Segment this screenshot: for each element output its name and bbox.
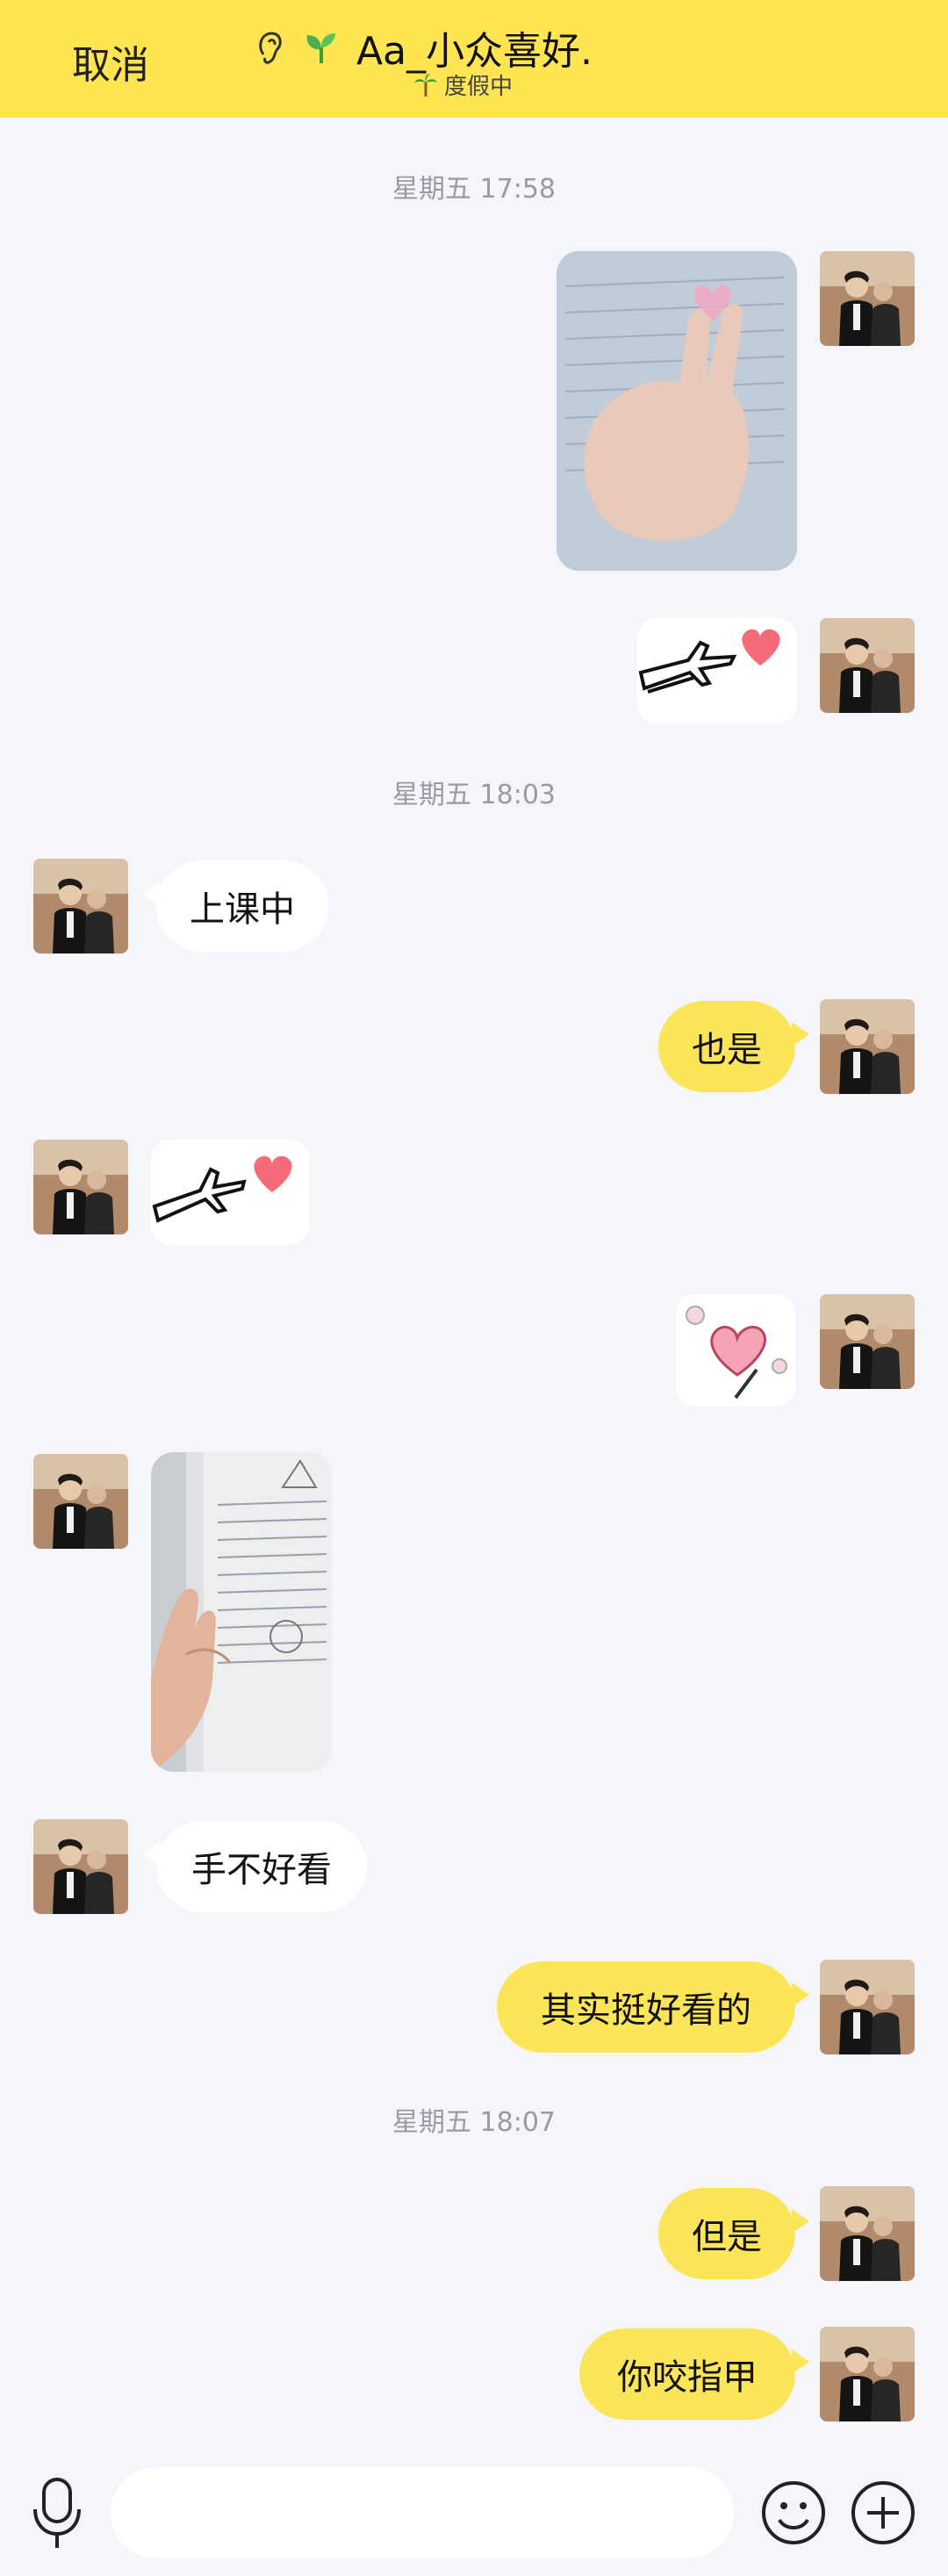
cancel-button[interactable]: 取消: [72, 33, 149, 90]
message-text: 其实挺好看的: [541, 1990, 751, 2031]
timestamp: 星期五 18:03: [392, 780, 556, 810]
message-text: 也是: [692, 1030, 762, 1070]
avatar-self[interactable]: [820, 2186, 915, 2281]
plus-icon[interactable]: [850, 2479, 916, 2546]
avatar-self[interactable]: [820, 618, 915, 713]
palm-tree-icon: [414, 73, 437, 97]
contact-status-text: 度假中: [444, 74, 514, 100]
message-input[interactable]: [111, 2467, 734, 2558]
contact-status: 度假中: [413, 68, 513, 101]
message-text: 手不好看: [191, 1850, 332, 1890]
avatar-contact[interactable]: [33, 1819, 128, 1914]
title-row: Aa_小众喜好.: [255, 23, 592, 74]
avatar-contact[interactable]: [33, 1140, 128, 1234]
ear-icon: [259, 32, 282, 64]
input-bar: [0, 2450, 948, 2576]
message-bubble-outgoing[interactable]: 也是: [658, 1001, 809, 1092]
message-bubble-outgoing[interactable]: 但是: [658, 2188, 809, 2279]
sent-sticker-heart-lollipop[interactable]: [676, 1294, 795, 1407]
message-bubble-outgoing[interactable]: 其实挺好看的: [497, 1961, 809, 2053]
message-text: 但是: [692, 2217, 762, 2257]
message-text: 你咬指甲: [617, 2357, 758, 2398]
avatar-contact[interactable]: [33, 1454, 128, 1549]
contact-name: Aa_小众喜好.: [356, 29, 593, 74]
microphone-icon[interactable]: [26, 2474, 88, 2553]
sprout-icon: [306, 33, 335, 63]
emoji-icon[interactable]: [760, 2479, 827, 2546]
message-text: 上课中: [190, 889, 295, 930]
chat-header: 取消 Aa_小众喜好. 度假中: [0, 0, 948, 118]
received-sticker-airplane-heart[interactable]: [151, 1140, 309, 1245]
received-photo-hand-book[interactable]: [151, 1452, 332, 1772]
message-bubble-incoming[interactable]: 上课中: [142, 860, 328, 952]
avatar-self[interactable]: [820, 1294, 915, 1389]
avatar-self[interactable]: [820, 999, 915, 1094]
avatar-self[interactable]: [820, 1960, 915, 2054]
timestamp: 星期五 18:07: [392, 2107, 556, 2138]
timestamp: 星期五 17:58: [392, 174, 556, 205]
sent-sticker-airplane-heart[interactable]: [637, 618, 797, 723]
sent-photo-hand[interactable]: [557, 251, 797, 571]
avatar-self[interactable]: [820, 251, 915, 346]
avatar-self[interactable]: [820, 2327, 915, 2421]
avatar-contact[interactable]: [33, 859, 128, 953]
message-bubble-incoming[interactable]: 手不好看: [142, 1821, 367, 1912]
message-bubble-outgoing[interactable]: 你咬指甲: [579, 2328, 809, 2420]
